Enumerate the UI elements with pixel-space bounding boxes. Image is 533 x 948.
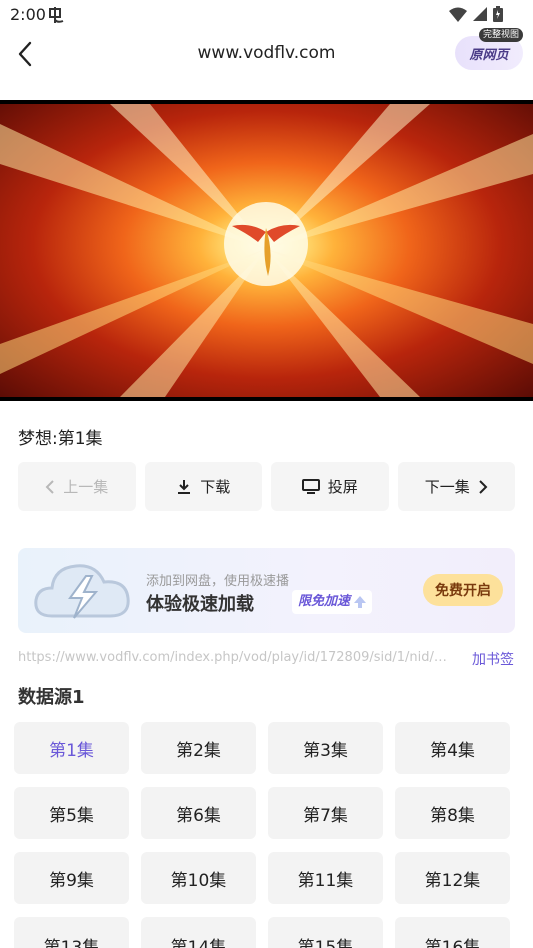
signal-icon [473,7,487,21]
episode-label: 第6集 [176,805,221,826]
video-player[interactable] [0,100,533,401]
episode-button-5[interactable]: 第5集 [14,787,129,839]
battery-icon [493,6,503,22]
episode-label: 第4集 [430,740,475,761]
episode-label: 第9集 [49,870,94,891]
episode-button-10[interactable]: 第10集 [141,852,256,904]
episode-label: 第10集 [170,870,227,891]
episode-label: 第13集 [43,938,100,948]
free-enable-button[interactable]: 免费开启 [423,574,503,606]
previous-episode-label: 上一集 [63,478,109,496]
cloud-lightning-icon [34,564,130,619]
episode-button-1[interactable]: 第1集 [14,722,129,774]
source-url: https://www.vodflv.com/index.php/vod/pla… [18,650,447,665]
top-bar: www.vodflv.com 原网页 [0,30,533,78]
next-episode-label: 下一集 [424,478,470,496]
episode-label: 第16集 [424,938,481,948]
chevron-right-icon [479,479,488,494]
app-screen: 2:00 www.vodflv.com 原网页 完整视图 梦想:第1集 上一集 … [0,0,533,948]
promo-subtitle: 添加到网盘，使用极速播 [146,574,290,589]
speed-promo-banner[interactable]: 添加到网盘，使用极速播 体验极速加载 限免加速 免费开启 [18,548,515,633]
episode-button-9[interactable]: 第9集 [14,852,129,904]
download-icon [178,479,191,494]
episode-label: 第15集 [297,938,354,948]
full-view-badge: 完整视图 [479,28,524,42]
episode-button-11[interactable]: 第11集 [268,852,383,904]
episode-label: 第1集 [49,740,94,761]
promo-title: 体验极速加载 [146,594,254,615]
episode-button-8[interactable]: 第8集 [395,787,510,839]
add-bookmark-link[interactable]: 加书签 [472,649,514,669]
wifi-icon [449,7,467,22]
episode-label: 第5集 [49,805,94,826]
previous-episode-button[interactable]: 上一集 [18,462,136,511]
cast-icon [301,478,320,494]
episode-label: 第7集 [303,805,348,826]
cast-button[interactable]: 投屏 [271,462,389,511]
episode-title: 梦想:第1集 [18,429,103,449]
episode-button-14[interactable]: 第14集 [141,917,256,948]
player-actions: 上一集 下载 投屏 下一集 [18,462,515,511]
episode-button-16[interactable]: 第16集 [395,917,510,948]
episode-label: 第14集 [170,938,227,948]
episode-button-3[interactable]: 第3集 [268,722,383,774]
episode-button-7[interactable]: 第7集 [268,787,383,839]
cast-label: 投屏 [327,478,358,496]
download-label: 下载 [200,478,231,496]
episode-button-6[interactable]: 第6集 [141,787,256,839]
free-enable-label: 免费开启 [435,583,491,599]
notification-icon [49,7,64,23]
episode-label: 第11集 [297,870,354,891]
light-burst-image [0,104,533,397]
limited-free-label: 限免加速 [298,594,351,609]
next-episode-button[interactable]: 下一集 [397,462,515,511]
original-page-label: 原网页 [469,47,509,63]
source-title: 数据源1 [18,687,85,708]
speed-up-arrow-icon [354,596,367,608]
status-bar: 2:00 [0,0,533,30]
episode-label: 第3集 [303,740,348,761]
episode-button-12[interactable]: 第12集 [395,852,510,904]
episode-button-13[interactable]: 第13集 [14,917,129,948]
episode-button-2[interactable]: 第2集 [141,722,256,774]
status-time: 2:00 [10,5,46,24]
episode-label: 第12集 [424,870,481,891]
limited-free-badge: 限免加速 [292,590,373,614]
episode-label: 第2集 [176,740,221,761]
episode-button-4[interactable]: 第4集 [395,722,510,774]
video-frame [0,104,533,397]
episode-label: 第8集 [430,805,475,826]
download-button[interactable]: 下载 [144,462,262,511]
page-url-title: www.vodflv.com [197,43,336,63]
chevron-left-icon [45,479,54,494]
episode-button-15[interactable]: 第15集 [268,917,383,948]
